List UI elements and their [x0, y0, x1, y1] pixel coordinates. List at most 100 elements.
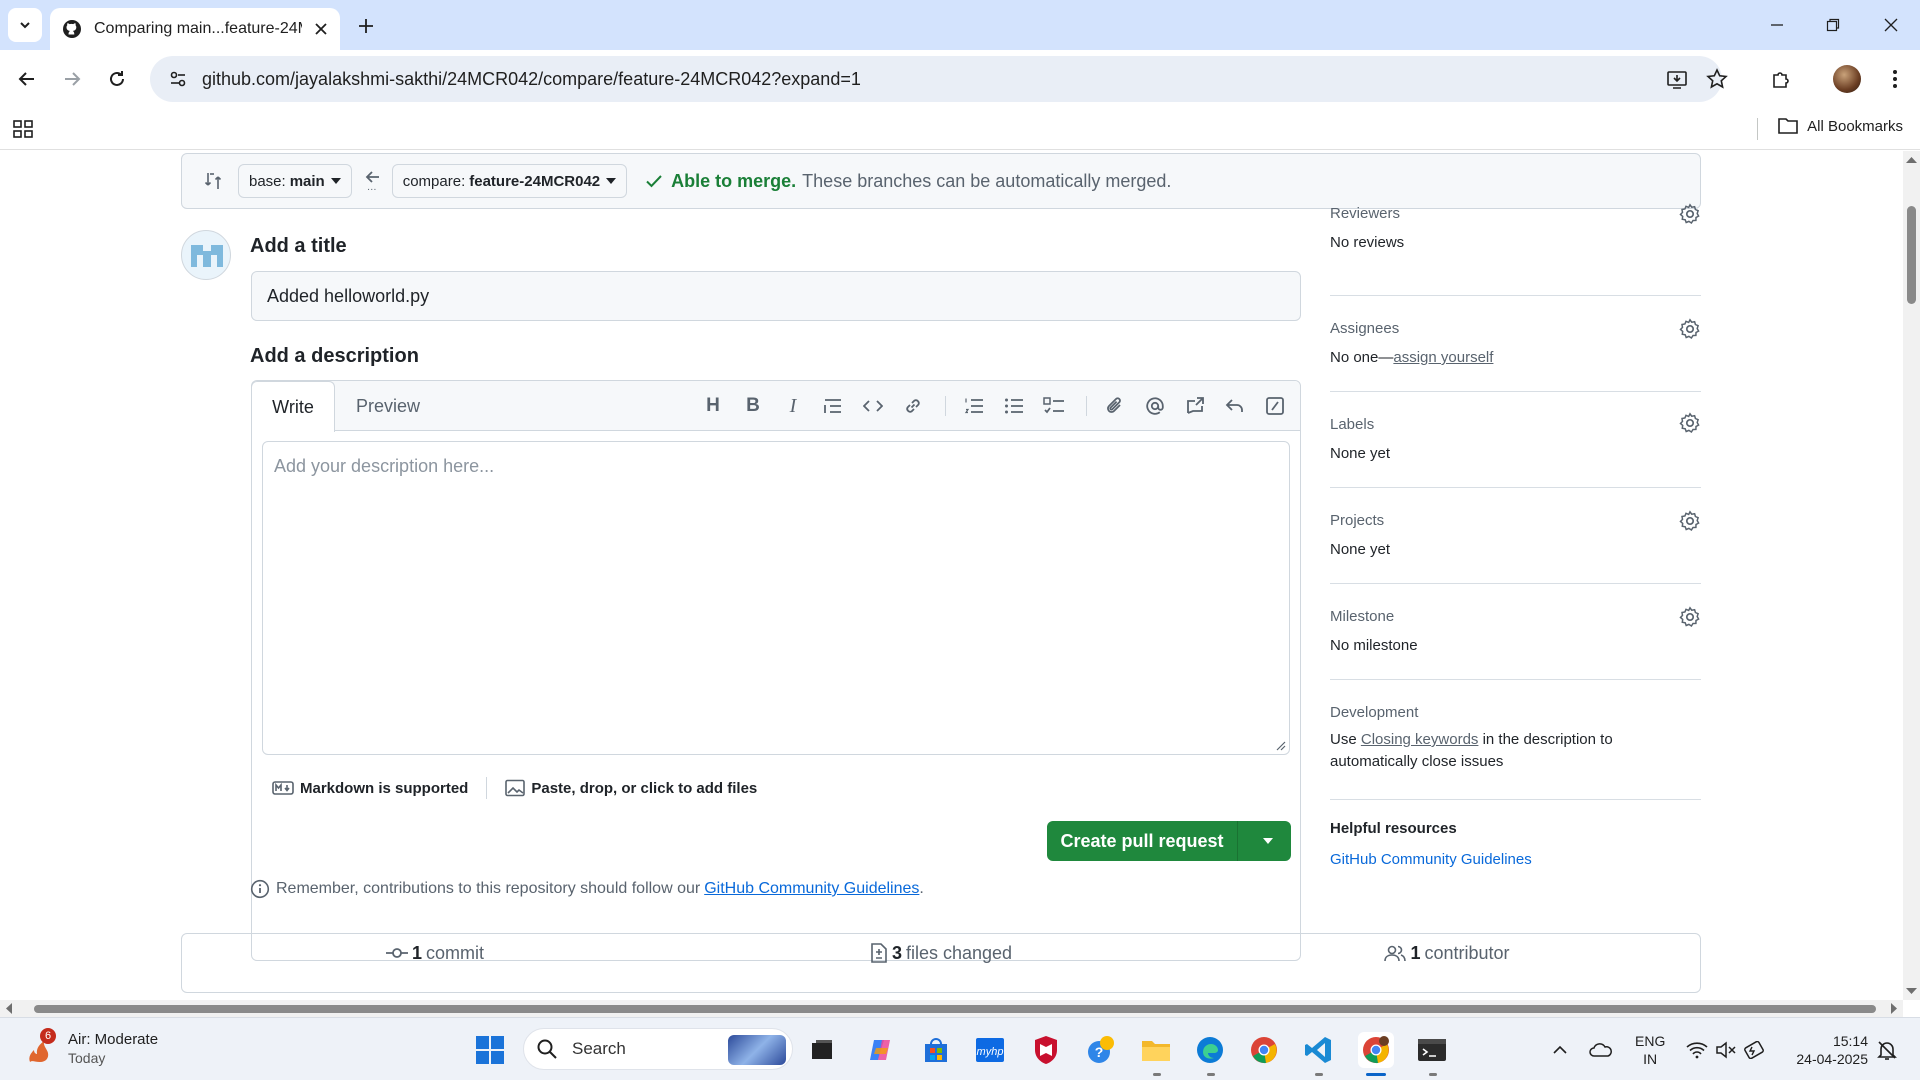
- gear-icon[interactable]: [1679, 412, 1701, 434]
- copilot-app[interactable]: [862, 1032, 898, 1068]
- scroll-down-icon[interactable]: [1903, 985, 1920, 997]
- file-explorer-app[interactable]: [1138, 1032, 1174, 1068]
- apps-button[interactable]: [12, 118, 34, 145]
- forward-button[interactable]: [55, 62, 89, 96]
- tab-write[interactable]: Write: [251, 381, 335, 432]
- vscode-app[interactable]: [1300, 1032, 1336, 1068]
- microsoft-store-app[interactable]: [918, 1032, 954, 1068]
- close-icon: [1884, 18, 1898, 32]
- browser-tab-active[interactable]: Comparing main...feature-24MCR042: [50, 8, 340, 50]
- saved-replies-button[interactable]: [1223, 394, 1247, 418]
- back-button[interactable]: [10, 62, 44, 96]
- gear-icon[interactable]: [1679, 318, 1701, 340]
- pr-title-input[interactable]: Added helloworld.py: [251, 271, 1301, 321]
- weather-widget[interactable]: 6 Air: Moderate Today: [26, 1028, 158, 1068]
- base-branch-name: main: [289, 172, 325, 190]
- closing-keywords-link[interactable]: Closing keywords: [1361, 731, 1479, 748]
- quote-button[interactable]: [821, 394, 845, 418]
- minimize-button[interactable]: [1762, 10, 1792, 40]
- mention-button[interactable]: [1143, 394, 1167, 418]
- profile-avatar[interactable]: [1830, 62, 1864, 96]
- tab-preview[interactable]: Preview: [348, 381, 428, 431]
- taskbar-search[interactable]: Search: [523, 1028, 793, 1070]
- contributors-stat[interactable]: 1 contributor: [1194, 934, 1700, 992]
- numbered-list-button[interactable]: [962, 394, 986, 418]
- restore-button[interactable]: [1818, 10, 1848, 40]
- create-options-dropdown[interactable]: [1238, 838, 1291, 844]
- site-info-icon[interactable]: [168, 69, 188, 89]
- attach-button[interactable]: [1103, 394, 1127, 418]
- gear-icon[interactable]: [1679, 203, 1701, 225]
- network-button[interactable]: [1686, 1018, 1708, 1080]
- horizontal-scrollbar[interactable]: [0, 1000, 1903, 1017]
- chrome-app-active[interactable]: [1358, 1032, 1394, 1068]
- bold-button[interactable]: B: [741, 394, 765, 418]
- tab-title: Comparing main...feature-24MCR042: [94, 20, 302, 37]
- url-text[interactable]: github.com/jayalakshmi-sakthi/24MCR042/c…: [202, 69, 861, 90]
- myhp-app[interactable]: myhp: [972, 1032, 1008, 1068]
- italic-button[interactable]: I: [781, 394, 805, 418]
- scroll-left-icon[interactable]: [3, 1000, 15, 1017]
- system-clock[interactable]: 15:14 24-04-2025: [1796, 1032, 1868, 1068]
- close-window-button[interactable]: [1876, 10, 1906, 40]
- toolbar-divider: [1086, 396, 1087, 416]
- notifications-button[interactable]: [1876, 1018, 1898, 1080]
- assign-yourself-link[interactable]: assign yourself: [1393, 349, 1493, 366]
- link-button[interactable]: [901, 394, 925, 418]
- chrome-app[interactable]: [1246, 1032, 1282, 1068]
- gear-icon[interactable]: [1679, 606, 1701, 628]
- task-view-button[interactable]: [804, 1032, 840, 1068]
- compare-branch-select[interactable]: compare: feature-24MCR042: [391, 164, 628, 198]
- slash-commands-button[interactable]: [1263, 394, 1287, 418]
- bookmark-star-button[interactable]: [1700, 62, 1734, 96]
- add-files-button[interactable]: Paste, drop, or click to add files: [531, 780, 757, 797]
- sidebar-guidelines-link[interactable]: GitHub Community Guidelines: [1330, 851, 1532, 868]
- files-stat[interactable]: 3 files changed: [688, 934, 1194, 992]
- edge-app[interactable]: [1192, 1032, 1228, 1068]
- extensions-button[interactable]: [1764, 62, 1798, 96]
- get-help-app[interactable]: ?: [1082, 1032, 1118, 1068]
- vertical-scrollbar[interactable]: [1903, 151, 1920, 1000]
- code-button[interactable]: [861, 394, 885, 418]
- onedrive-button[interactable]: [1588, 1018, 1614, 1080]
- scroll-up-icon[interactable]: [1903, 154, 1920, 166]
- volume-button[interactable]: [1715, 1018, 1737, 1080]
- mcafee-app[interactable]: [1028, 1032, 1064, 1068]
- base-branch-select[interactable]: base: main: [238, 164, 352, 198]
- reload-button[interactable]: [100, 62, 134, 96]
- horizontal-scroll-thumb[interactable]: [34, 1005, 1876, 1013]
- address-bar[interactable]: github.com/jayalakshmi-sakthi/24MCR042/c…: [150, 56, 1722, 102]
- close-tab-icon[interactable]: [314, 22, 328, 36]
- start-button[interactable]: [472, 1032, 508, 1068]
- community-guidelines-link[interactable]: GitHub Community Guidelines: [704, 880, 919, 898]
- ordered-list-icon: [964, 398, 983, 414]
- create-pull-request-button[interactable]: Create pull request: [1047, 821, 1291, 861]
- vertical-scroll-thumb[interactable]: [1907, 206, 1916, 304]
- markdown-supported-link[interactable]: Markdown is supported: [300, 780, 468, 797]
- language-switcher[interactable]: ENG IN: [1635, 1018, 1665, 1080]
- reference-button[interactable]: [1183, 394, 1207, 418]
- restore-icon: [1826, 18, 1840, 32]
- store-icon: [925, 1038, 947, 1062]
- new-tab-button[interactable]: [352, 12, 380, 40]
- terminal-app[interactable]: [1414, 1032, 1450, 1068]
- scroll-right-icon[interactable]: [1888, 1000, 1900, 1017]
- description-textarea[interactable]: Add your description here...: [262, 441, 1290, 755]
- heading-button[interactable]: H: [701, 394, 725, 418]
- all-bookmarks-button[interactable]: All Bookmarks: [1777, 116, 1903, 136]
- user-avatar[interactable]: [181, 230, 231, 280]
- tab-search-button[interactable]: [8, 8, 42, 42]
- resize-handle-icon[interactable]: [1276, 741, 1286, 751]
- bullet-list-button[interactable]: [1002, 394, 1026, 418]
- gear-icon[interactable]: [1679, 510, 1701, 532]
- commits-stat[interactable]: 1 commit: [182, 934, 688, 992]
- battery-button[interactable]: [1744, 1018, 1766, 1080]
- all-bookmarks-label: All Bookmarks: [1807, 117, 1903, 135]
- milestone-label: Milestone: [1330, 608, 1395, 625]
- show-hidden-icons-button[interactable]: [1552, 1018, 1568, 1080]
- browser-menu-button[interactable]: [1878, 62, 1912, 96]
- bookmarks-bar: All Bookmarks: [0, 108, 1920, 150]
- more-vertical-icon: [1893, 70, 1897, 88]
- task-list-button[interactable]: [1042, 394, 1066, 418]
- install-app-button[interactable]: [1660, 62, 1694, 96]
